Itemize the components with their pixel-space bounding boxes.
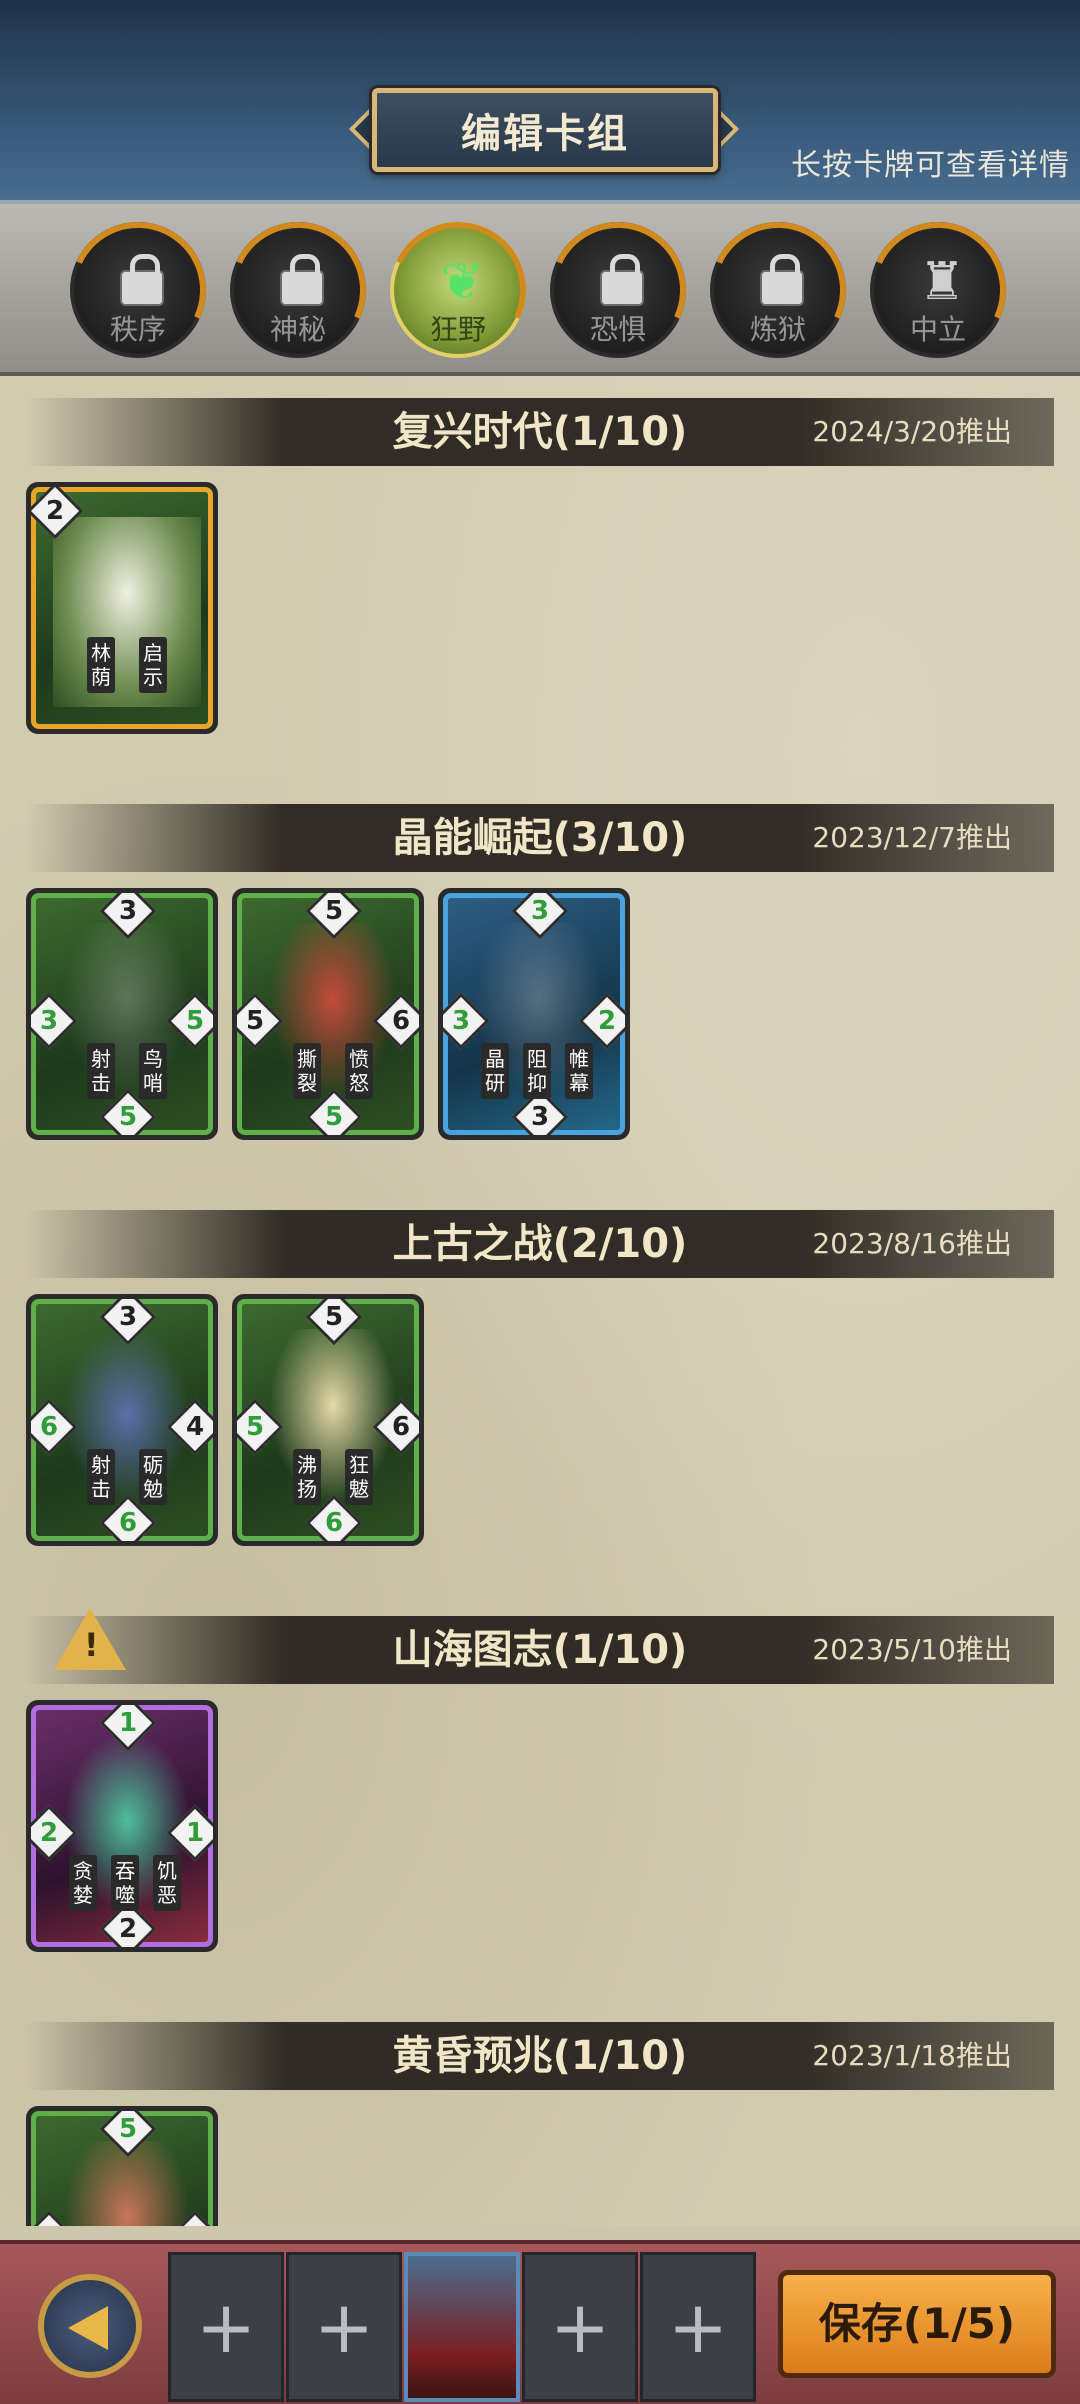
lock-icon — [760, 254, 804, 306]
card-keyword: 射击 — [87, 1449, 115, 1505]
card-keyword: 帷幕 — [565, 1043, 593, 1099]
card[interactable]: 5 5 6 6 沸扬 狂魃 — [232, 1294, 424, 1546]
card-keyword: 饥恶 — [153, 1855, 181, 1911]
lock-icon — [280, 254, 324, 306]
card-keyword: 林荫 — [87, 637, 115, 693]
faction-bar: 秩序 神秘 ❦ 狂野 恐惧 炼狱 ♜ 中立 — [0, 202, 1080, 378]
deck-slot-empty[interactable]: + — [168, 2252, 284, 2402]
bottom-bar: + + + + 保存(1/5) — [0, 2240, 1080, 2404]
section-date: 2024/3/20推出 — [812, 415, 1012, 448]
section-header: 晶能崛起(3/10) 2023/12/7推出 — [26, 804, 1054, 872]
lock-icon — [600, 254, 644, 306]
card-keyword: 阻抑 — [523, 1043, 551, 1099]
faction-label: 炼狱 — [749, 313, 806, 346]
faction-neutral[interactable]: ♜ 中立 — [850, 202, 1026, 378]
back-button[interactable] — [38, 2274, 142, 2378]
faction-mystic[interactable]: 神秘 — [210, 202, 386, 378]
card-keyword: 鸟哨 — [139, 1043, 167, 1099]
faction-inferno[interactable]: 炼狱 — [690, 202, 866, 378]
faction-label: 秩序 — [109, 313, 166, 346]
emblem-icon: ♜ — [918, 252, 966, 312]
section-header: 复兴时代(1/10) 2024/3/20推出 — [26, 398, 1054, 466]
faction-label: 中立 — [909, 313, 966, 346]
card-keyword: 贪婪 — [69, 1855, 97, 1911]
section-header: 上古之战(2/10) 2023/8/16推出 — [26, 1210, 1054, 1278]
card-keyword: 射击 — [87, 1043, 115, 1099]
faction-order[interactable]: 秩序 — [50, 202, 226, 378]
page-title: 编辑卡组 — [372, 88, 718, 172]
card-list[interactable]: 复兴时代(1/10) 2024/3/20推出 2 林荫 启示 晶能崛起(3/10… — [0, 376, 1080, 2226]
deck-slot-empty[interactable]: + — [286, 2252, 402, 2402]
card-cost: 2 — [45, 496, 65, 526]
section-date: 2023/1/18推出 — [812, 2039, 1012, 2072]
deck-slot-empty[interactable]: + — [640, 2252, 756, 2402]
header: 编辑卡组 长按卡牌可查看详情 — [0, 0, 1080, 204]
section-header: ! 山海图志(1/10) 2023/5/10推出 — [26, 1608, 1054, 1684]
card-keyword: 沸扬 — [293, 1449, 321, 1505]
card[interactable]: 3 3 2 3 晶研 阻抑 帷幕 — [438, 888, 630, 1140]
card-keyword: 狂魃 — [345, 1449, 373, 1505]
card-keyword: 吞噬 — [111, 1855, 139, 1911]
faction-wild[interactable]: ❦ 狂野 — [370, 202, 546, 378]
card[interactable]: 3 3 5 5 射击 鸟哨 — [26, 888, 218, 1140]
hint-text: 长按卡牌可查看详情 — [791, 148, 1070, 183]
deck-slot-empty[interactable]: + — [522, 2252, 638, 2402]
faction-label: 神秘 — [269, 313, 326, 346]
faction-label: 恐惧 — [589, 313, 646, 346]
section-date: 2023/8/16推出 — [812, 1227, 1012, 1260]
card-keyword: 晶研 — [481, 1043, 509, 1099]
card-keyword: 砺勉 — [139, 1449, 167, 1505]
section-date: 2023/5/10推出 — [812, 1633, 1012, 1666]
faction-fear[interactable]: 恐惧 — [530, 202, 706, 378]
card[interactable]: 5 5 5 — [26, 2106, 218, 2226]
deck-slot-filled[interactable] — [404, 2252, 520, 2402]
section-header: 黄昏预兆(1/10) 2023/1/18推出 — [26, 2022, 1054, 2090]
card[interactable]: 1 2 1 2 贪婪 吞噬 饥恶 — [26, 1700, 218, 1952]
card[interactable]: 2 林荫 启示 — [26, 482, 218, 734]
card-keyword: 愤怒 — [345, 1043, 373, 1099]
save-button[interactable]: 保存(1/5) — [778, 2270, 1056, 2378]
card[interactable]: 3 6 4 6 射击 砺勉 — [26, 1294, 218, 1546]
faction-label: 狂野 — [429, 313, 486, 346]
card[interactable]: 5 5 6 5 撕裂 愤怒 — [232, 888, 424, 1140]
leaf-icon: ❦ — [440, 252, 484, 312]
card-keyword: 撕裂 — [293, 1043, 321, 1099]
card-keyword: 启示 — [139, 637, 167, 693]
section-date: 2023/12/7推出 — [812, 821, 1012, 854]
lock-icon — [120, 254, 164, 306]
